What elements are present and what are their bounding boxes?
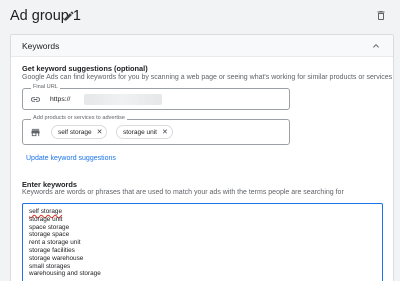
keyword-line: warehousing and storage (29, 270, 101, 278)
chip-self-storage: self storage ✕ (51, 125, 108, 139)
suggestions-title: Get keyword suggestions (optional) (22, 64, 148, 73)
close-icon[interactable]: ✕ (162, 129, 168, 136)
enter-keywords-description: Keywords are words or phrases that are u… (22, 189, 344, 196)
keywords-list: self storage storage unit space storage … (29, 208, 101, 278)
chip-label: self storage (58, 128, 92, 136)
keyword-line: small storages (29, 262, 71, 270)
storefront-icon (31, 128, 40, 137)
keyword-line: rent a storage unit (29, 239, 81, 247)
chip-storage-unit: storage unit ✕ (116, 125, 173, 139)
keywords-card-header[interactable]: Keywords (11, 35, 393, 57)
enter-keywords-title: Enter keywords (22, 180, 78, 189)
keywords-textarea[interactable]: self storage storage unit space storage … (22, 203, 383, 281)
keyword-line: storage unit (29, 215, 63, 223)
suggestions-description: Google Ads can find keywords for you by … (22, 74, 393, 81)
keyword-line: storage warehouse (29, 254, 84, 262)
keywords-card: Keywords Get keyword suggestions (option… (10, 34, 394, 281)
final-url-label: Final URL (31, 84, 60, 90)
chip-label: storage unit (123, 128, 157, 136)
update-keyword-suggestions-link[interactable]: Update keyword suggestions (26, 155, 116, 162)
keywords-card-title: Keywords (22, 41, 60, 51)
trash-icon[interactable] (375, 9, 387, 22)
final-url-field[interactable]: Final URL https:// (22, 84, 290, 110)
final-url-value: https:// (50, 96, 71, 103)
close-icon[interactable]: ✕ (97, 129, 103, 136)
chevron-up-icon[interactable] (370, 40, 382, 52)
keyword-line: space storage (29, 223, 70, 231)
products-services-field[interactable]: Add products or services to advertise se… (22, 115, 290, 145)
keyword-line: storage facilities (29, 246, 75, 254)
pencil-icon[interactable] (63, 10, 75, 22)
products-services-label: Add products or services to advertise (31, 115, 128, 121)
redacted-url (84, 94, 162, 105)
keyword-line: self storage (29, 208, 63, 215)
ad-group-header: Ad group 1 (0, 0, 400, 32)
link-icon (30, 97, 41, 102)
keyword-line: storage space (29, 231, 70, 239)
